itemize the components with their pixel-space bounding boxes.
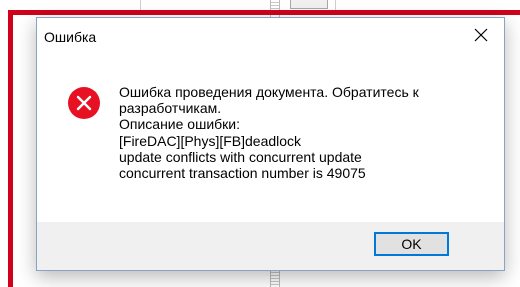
dialog-title: Ошибка (44, 29, 97, 45)
message-line: Описание ошибки: (119, 116, 240, 133)
message-line: Ошибка проведения документа. Обратитесь … (119, 84, 419, 100)
background-button (290, 0, 328, 9)
message-line: [FireDAC][Phys][FB]deadlock (119, 132, 302, 149)
error-message: Ошибка проведения документа. Обратитесь … (119, 84, 489, 181)
ok-button[interactable]: OK (374, 232, 449, 256)
message-line: разработчикам. (119, 100, 222, 117)
message-line: concurrent transaction number is 49075 (119, 165, 366, 182)
error-icon (68, 87, 100, 119)
close-button[interactable] (458, 18, 504, 52)
dialog-footer: OK (37, 222, 504, 270)
highlight-frame-left (8, 10, 13, 287)
close-icon (474, 28, 488, 42)
message-line: update conflicts with concurrent update (119, 148, 362, 165)
error-dialog: Ошибка Ошибка проведения документа. Обра… (36, 17, 505, 271)
highlight-frame-top (8, 10, 520, 15)
dialog-titlebar[interactable]: Ошибка (37, 18, 504, 56)
dialog-content: Ошибка проведения документа. Обратитесь … (37, 56, 504, 222)
